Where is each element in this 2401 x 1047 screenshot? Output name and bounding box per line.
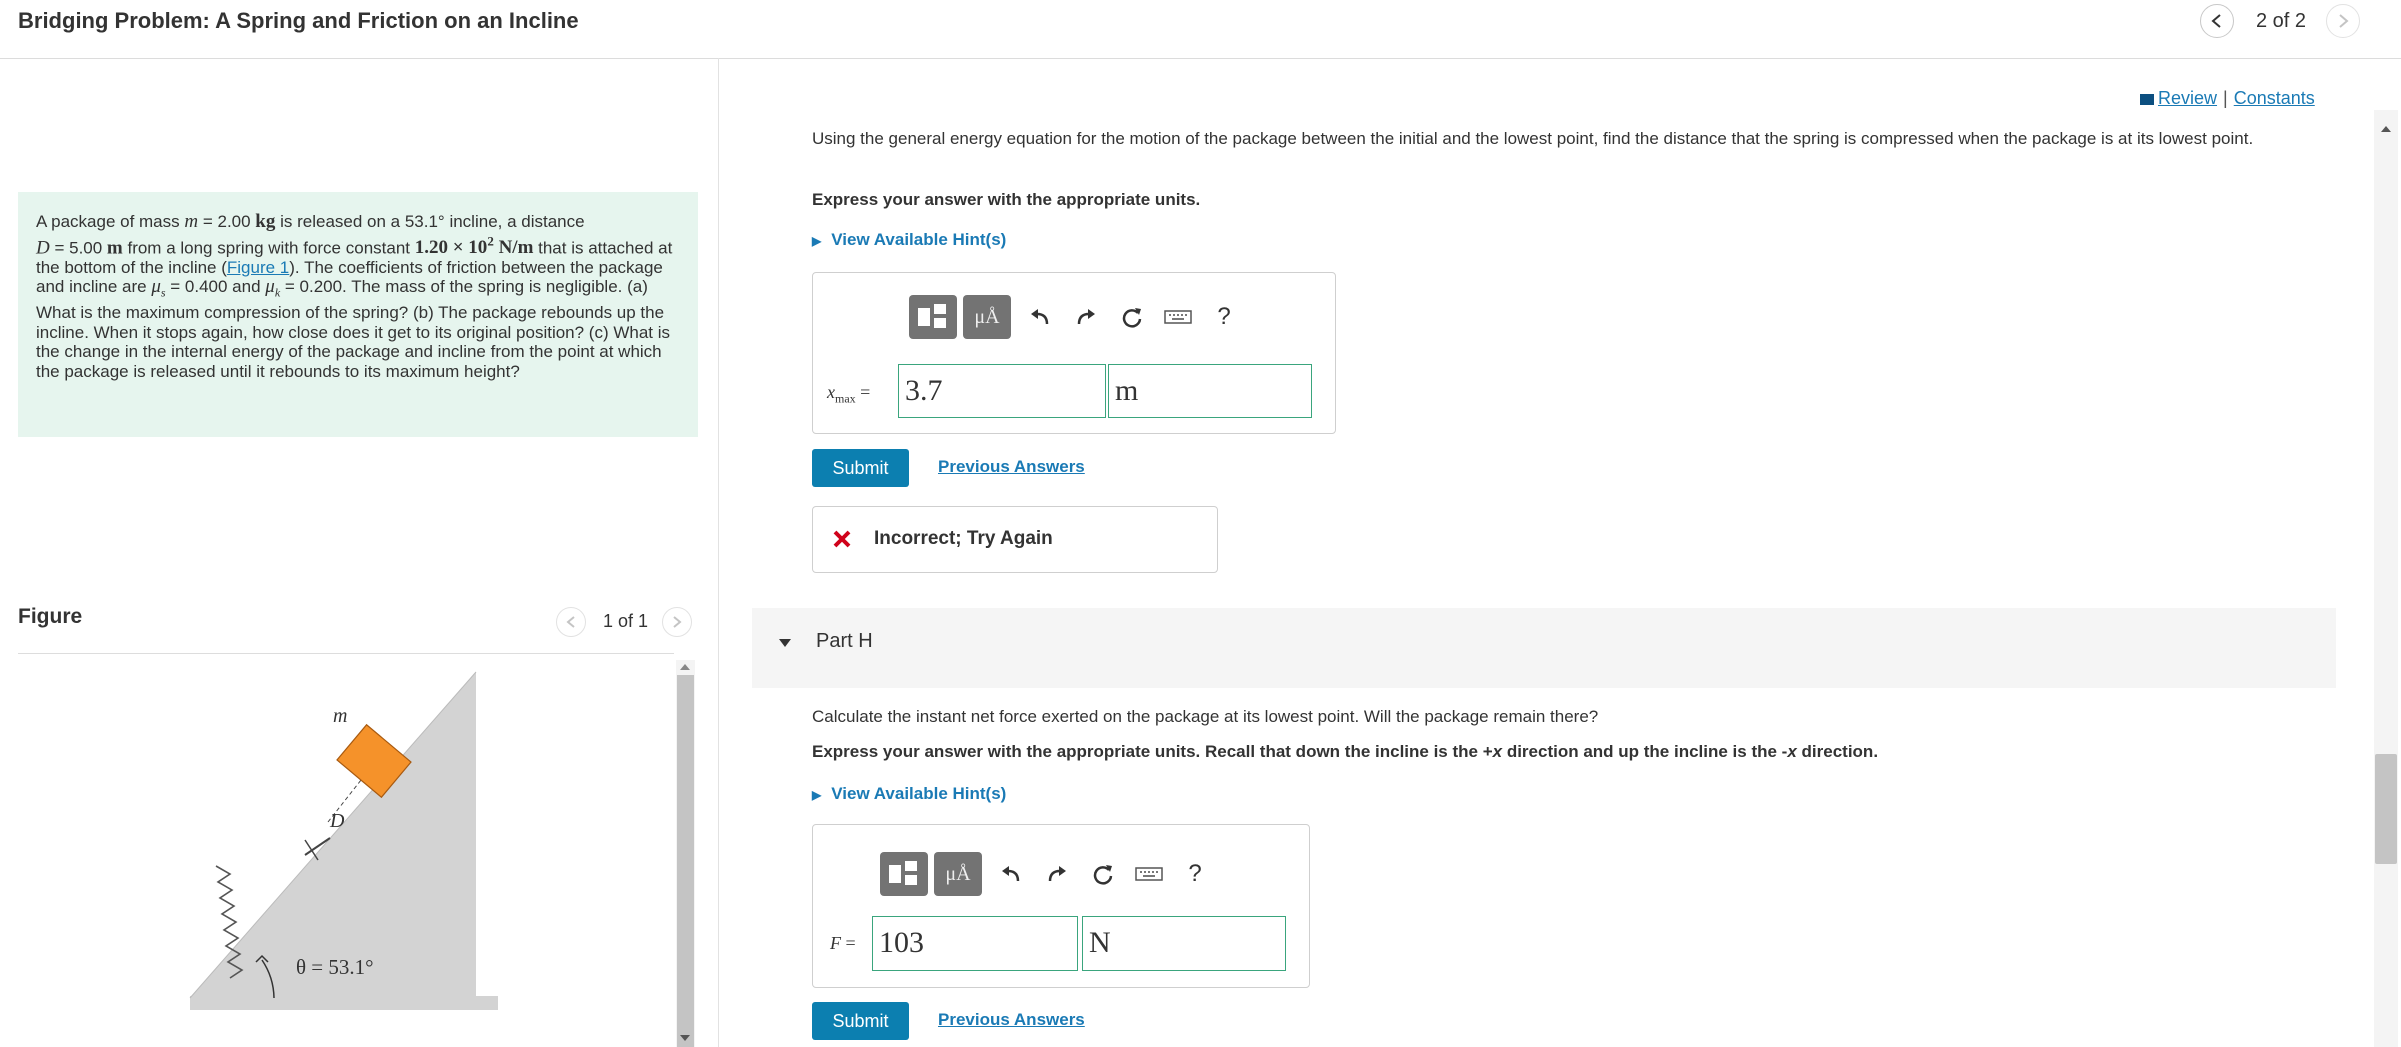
redo-icon: [1048, 866, 1066, 882]
incorrect-x-icon: [833, 530, 851, 548]
review-link[interactable]: Review: [2158, 88, 2217, 108]
part-h-previous-answers-link[interactable]: Previous Answers: [938, 1010, 1085, 1030]
undo-button[interactable]: [988, 852, 1034, 896]
scroll-up-arrow-icon[interactable]: [679, 662, 691, 672]
incline-figure: m D θ = 53.1°: [189, 671, 498, 1010]
chevron-right-icon: [2339, 14, 2349, 28]
keyboard-icon: [1164, 310, 1192, 324]
templates-button[interactable]: [909, 295, 957, 339]
figure-link[interactable]: Figure 1: [227, 258, 289, 277]
part-h-hint-toggle[interactable]: ▶ View Available Hint(s): [812, 784, 1006, 804]
undo-button[interactable]: [1017, 295, 1063, 339]
templates-button[interactable]: [880, 852, 928, 896]
hint-label: View Available Hint(s): [831, 784, 1007, 803]
help-icon: ?: [1188, 860, 1202, 887]
units-button[interactable]: μÅ: [963, 295, 1011, 339]
undo-icon: [1002, 866, 1020, 882]
reset-icon: [1093, 865, 1113, 885]
distance-label: D: [329, 810, 345, 832]
help-button[interactable]: ?: [1172, 852, 1218, 896]
ground-base: [190, 996, 498, 1010]
part-g-feedback-text: Incorrect; Try Again: [874, 528, 1053, 549]
next-page-button[interactable]: [2326, 4, 2360, 38]
figure-next-button[interactable]: [662, 607, 692, 637]
distance-marker: [304, 839, 319, 861]
figure-counter: 1 of 1: [603, 611, 649, 631]
keyboard-icon: [1135, 867, 1163, 881]
constants-link[interactable]: Constants: [2234, 88, 2315, 108]
page-title: Bridging Problem: A Spring and Friction …: [18, 8, 579, 33]
problem-statement: A package of mass m = 2.00 kg is release…: [36, 211, 673, 381]
figure-heading: Figure: [18, 605, 83, 628]
keyboard-button[interactable]: [1155, 295, 1201, 339]
chevron-left-icon: [566, 616, 575, 628]
part-h-instruction: Express your answer with the appropriate…: [812, 742, 1879, 761]
part-h-toolbar: μÅ ?: [880, 852, 1218, 896]
chevron-left-icon: [2211, 14, 2221, 28]
page-counter: 2 of 2: [2256, 10, 2307, 32]
part-g-submit-button[interactable]: Submit: [812, 449, 909, 487]
redo-button[interactable]: [1063, 295, 1109, 339]
mass-label: m: [333, 705, 347, 727]
templates-icon: [918, 304, 946, 328]
help-icon: ?: [1217, 303, 1231, 330]
part-h-label: Part H: [816, 630, 873, 652]
triangle-right-icon: ▶: [812, 788, 822, 802]
part-g-instruction: Express your answer with the appropriate…: [812, 190, 1201, 209]
link-separator: |: [2223, 88, 2228, 108]
scroll-up-arrow-icon[interactable]: [2380, 124, 2392, 134]
reset-icon: [1122, 308, 1142, 328]
figure-prev-button[interactable]: [556, 607, 586, 637]
part-h-answer-unit-input[interactable]: N: [1082, 916, 1286, 971]
templates-icon: [889, 861, 917, 885]
hint-label: View Available Hint(s): [831, 230, 1007, 249]
keyboard-button[interactable]: [1126, 852, 1172, 896]
figure-scrollbar-thumb[interactable]: [677, 675, 694, 1047]
part-h-submit-button[interactable]: Submit: [812, 1002, 909, 1040]
part-g-hint-toggle[interactable]: ▶ View Available Hint(s): [812, 230, 1006, 250]
triangle-right-icon: ▶: [812, 234, 822, 248]
part-g-answer-unit-input[interactable]: m: [1108, 364, 1312, 418]
part-h-header[interactable]: [752, 608, 2336, 688]
pane-divider[interactable]: [718, 58, 719, 1047]
part-g-toolbar: μÅ ?: [909, 295, 1247, 339]
reset-button[interactable]: [1080, 852, 1126, 896]
help-button[interactable]: ?: [1201, 295, 1247, 339]
part-h-question: Calculate the instant net force exerted …: [812, 707, 1599, 726]
part-h-answer-value-input[interactable]: 103: [872, 916, 1078, 971]
main-scrollbar[interactable]: [2374, 110, 2398, 1047]
part-h-variable-label: F =: [830, 933, 856, 953]
figure-divider: [18, 653, 674, 654]
part-g-previous-answers-link[interactable]: Previous Answers: [938, 457, 1085, 477]
prev-page-button[interactable]: [2200, 4, 2234, 38]
redo-icon: [1077, 309, 1095, 325]
units-icon: μÅ: [945, 862, 971, 885]
chevron-right-icon: [673, 616, 682, 628]
main-scrollbar-thumb[interactable]: [2375, 754, 2397, 864]
part-g-answer-value-input[interactable]: 3.7: [898, 364, 1106, 418]
units-icon: μÅ: [974, 305, 1000, 328]
part-g-variable-label: xmax =: [827, 382, 871, 406]
reset-button[interactable]: [1109, 295, 1155, 339]
review-constants-links: Review | Constants: [2140, 88, 2315, 109]
undo-icon: [1031, 309, 1049, 325]
scroll-down-arrow-icon[interactable]: [679, 1033, 691, 1043]
angle-label: θ = 53.1°: [296, 955, 374, 979]
triangle-down-icon: [779, 639, 791, 647]
units-button[interactable]: μÅ: [934, 852, 982, 896]
part-g-question: Using the general energy equation for th…: [812, 129, 2254, 148]
redo-button[interactable]: [1034, 852, 1080, 896]
review-icon: [2140, 93, 2154, 105]
